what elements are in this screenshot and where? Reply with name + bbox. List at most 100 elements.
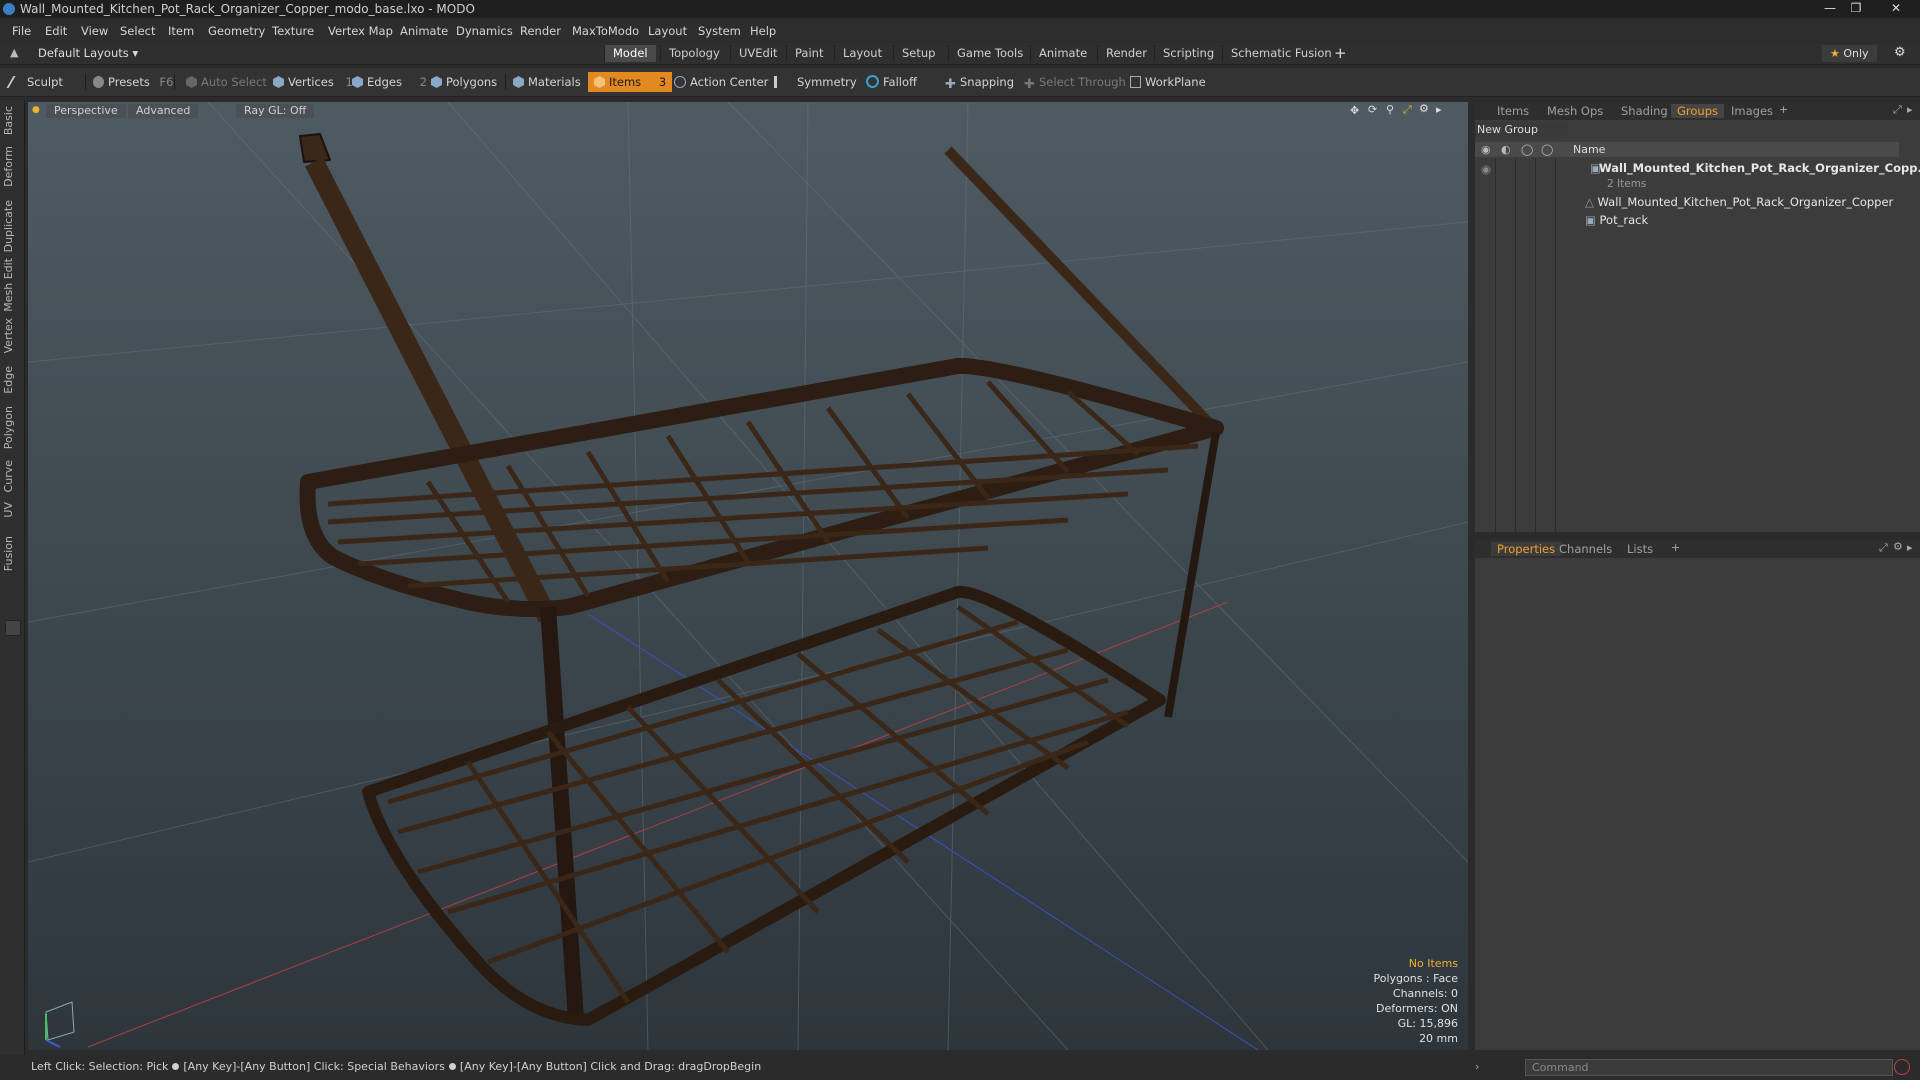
palette-tab-curve[interactable]: Curve — [2, 460, 22, 492]
menu-animate[interactable]: Animate — [400, 24, 448, 38]
stat-items: No Items — [1408, 957, 1458, 970]
modo-app-icon — [3, 3, 15, 15]
properties-settings-icon[interactable]: ⚙ — [1893, 540, 1903, 553]
menu-file[interactable]: File — [12, 24, 31, 38]
pan-icon[interactable]: ✥ — [1350, 104, 1359, 117]
mesh-item-icon: ▣ — [1585, 213, 1596, 227]
palette-tab-mesh-edit[interactable]: Mesh Edit — [2, 258, 22, 312]
lock-column-icon[interactable]: ◯ — [1521, 143, 1533, 156]
minimize-icon[interactable]: — — [1818, 1, 1842, 15]
viewport-expand-icon[interactable]: ▸ — [1436, 103, 1442, 116]
tab-paint[interactable]: Paint — [786, 45, 831, 62]
palette-tab-deform[interactable]: Deform — [2, 146, 22, 187]
raygl-button[interactable]: Ray GL: Off — [236, 104, 315, 118]
tab-render[interactable]: Render — [1097, 45, 1155, 62]
palette-tab-fusion[interactable]: Fusion — [2, 536, 22, 571]
falloff-button[interactable]: Falloff — [866, 72, 917, 92]
menu-edit[interactable]: Edit — [45, 24, 67, 38]
tab-shading[interactable]: Shading — [1615, 104, 1674, 118]
vertices-button[interactable]: Vertices 1 — [273, 72, 353, 92]
panel-arrow-icon[interactable]: ▸ — [1907, 103, 1913, 116]
list-item[interactable]: △ Wall_Mounted_Kitchen_Pot_Rack_Organize… — [1585, 194, 1899, 211]
tab-mesh-ops[interactable]: Mesh Ops — [1541, 104, 1609, 118]
tab-animate[interactable]: Animate — [1030, 45, 1095, 62]
close-icon[interactable]: ✕ — [1884, 1, 1908, 15]
3d-viewport[interactable]: ● Perspective Advanced Ray GL: Off ✥ ⟳ ⚲… — [28, 102, 1468, 1050]
tab-items[interactable]: Items — [1491, 104, 1535, 118]
materials-button[interactable]: Materials — [513, 72, 581, 92]
workplane-button[interactable]: WorkPlane — [1130, 72, 1206, 92]
record-icon[interactable] — [1894, 1059, 1910, 1075]
select-column-icon[interactable]: ◯ — [1541, 143, 1553, 156]
fit-icon[interactable]: ⤢ — [1403, 103, 1412, 117]
properties-arrow-icon[interactable]: ▸ — [1907, 541, 1913, 554]
palette-tab-uv[interactable]: UV — [2, 502, 22, 518]
visibility-column-icon[interactable]: ◉ — [1481, 143, 1491, 156]
menu-maxtomodo[interactable]: MaxToModo — [572, 24, 639, 38]
menu-select[interactable]: Select — [120, 24, 155, 38]
menu-dynamics[interactable]: Dynamics — [456, 24, 513, 38]
symmetry-button[interactable]: Symmetry — [774, 72, 857, 92]
gear-icon[interactable]: ⚙ — [1894, 45, 1906, 60]
menu-geometry[interactable]: Geometry — [208, 24, 265, 38]
select-through-button[interactable]: ✚ Select Through — [1024, 72, 1126, 92]
polygons-button[interactable]: Polygons — [431, 72, 497, 92]
view-perspective-button[interactable]: Perspective — [46, 104, 126, 118]
panel-expand-icon[interactable]: ⤢ — [1893, 103, 1902, 117]
zoom-icon[interactable]: ⚲ — [1386, 103, 1394, 116]
menu-layout[interactable]: Layout — [648, 24, 687, 38]
palette-tab-polygon[interactable]: Polygon — [2, 406, 22, 449]
tab-scripting[interactable]: Scripting — [1154, 45, 1222, 62]
action-center-button[interactable]: Action Center — [674, 72, 768, 92]
menu-vertex-map[interactable]: Vertex Map — [328, 24, 393, 38]
menu-help[interactable]: Help — [750, 24, 776, 38]
viewport-settings-icon[interactable]: ⚙ — [1419, 102, 1429, 115]
group-visibility-icon[interactable]: ◉ — [1481, 161, 1491, 178]
add-panel-tab-icon[interactable]: + — [1779, 103, 1788, 116]
tab-game-tools[interactable]: Game Tools — [948, 45, 1031, 62]
menu-render[interactable]: Render — [520, 24, 561, 38]
menu-texture[interactable]: Texture — [272, 24, 314, 38]
tab-layout[interactable]: Layout — [834, 45, 890, 62]
tab-uvedit[interactable]: UVEdit — [730, 45, 786, 62]
items-button[interactable]: Items 3 — [588, 72, 673, 92]
auto-select-button[interactable]: Auto Select — [186, 72, 267, 92]
tab-topology[interactable]: Topology — [660, 45, 728, 62]
menu-view[interactable]: View — [81, 24, 108, 38]
snapping-button[interactable]: ✚ Snapping — [945, 72, 1014, 92]
only-toggle[interactable]: ★ Only — [1822, 45, 1877, 62]
shading-advanced-button[interactable]: Advanced — [128, 104, 199, 118]
render-column-icon[interactable]: ◐ — [1501, 143, 1511, 156]
palette-tab-basic[interactable]: Basic — [2, 106, 22, 135]
viewport-menu-icon[interactable]: ● — [32, 105, 40, 115]
command-input[interactable]: Command — [1525, 1059, 1893, 1076]
tab-setup[interactable]: Setup — [893, 45, 943, 62]
properties-expand-icon[interactable]: ⤢ — [1879, 541, 1888, 555]
maximize-icon[interactable]: ❐ — [1844, 1, 1868, 15]
sculpt-button[interactable]: Sculpt — [6, 72, 63, 92]
tab-properties[interactable]: Properties — [1491, 542, 1562, 556]
presets-button[interactable]: Presets F6 — [93, 72, 173, 92]
palette-tab-edge[interactable]: Edge — [2, 366, 22, 394]
palette-tab-vertex[interactable]: Vertex — [2, 318, 22, 353]
edges-button[interactable]: Edges 2 — [352, 72, 427, 92]
menu-system[interactable]: System — [698, 24, 741, 38]
group-row[interactable]: ◉ ▣ Wall_Mounted_Kitchen_Pot_Rack_Organi… — [1475, 160, 1920, 178]
new-group-button[interactable]: New Group — [1475, 122, 1567, 137]
palette-toggle-button[interactable] — [5, 620, 21, 636]
add-properties-tab-icon[interactable]: + — [1671, 541, 1680, 554]
tab-schematic-fusion[interactable]: Schematic Fusion — [1222, 45, 1340, 62]
palette-tab-duplicate[interactable]: Duplicate — [2, 200, 22, 252]
tab-images[interactable]: Images — [1725, 104, 1779, 118]
default-layouts-dropdown[interactable]: Default Layouts ▾ — [38, 46, 138, 60]
menu-item[interactable]: Item — [168, 24, 194, 38]
tab-channels[interactable]: Channels — [1553, 542, 1618, 556]
tab-model[interactable]: Model — [604, 45, 656, 62]
add-tab-icon[interactable]: + — [1334, 44, 1347, 62]
layout-menu-icon[interactable]: ▲ — [10, 46, 18, 59]
tab-lists[interactable]: Lists — [1621, 542, 1659, 556]
list-item[interactable]: ▣ Pot_rack — [1585, 212, 1899, 229]
star-icon: ★ — [1830, 47, 1840, 60]
rotate-icon[interactable]: ⟳ — [1368, 103, 1377, 116]
tab-groups[interactable]: Groups — [1671, 104, 1725, 118]
